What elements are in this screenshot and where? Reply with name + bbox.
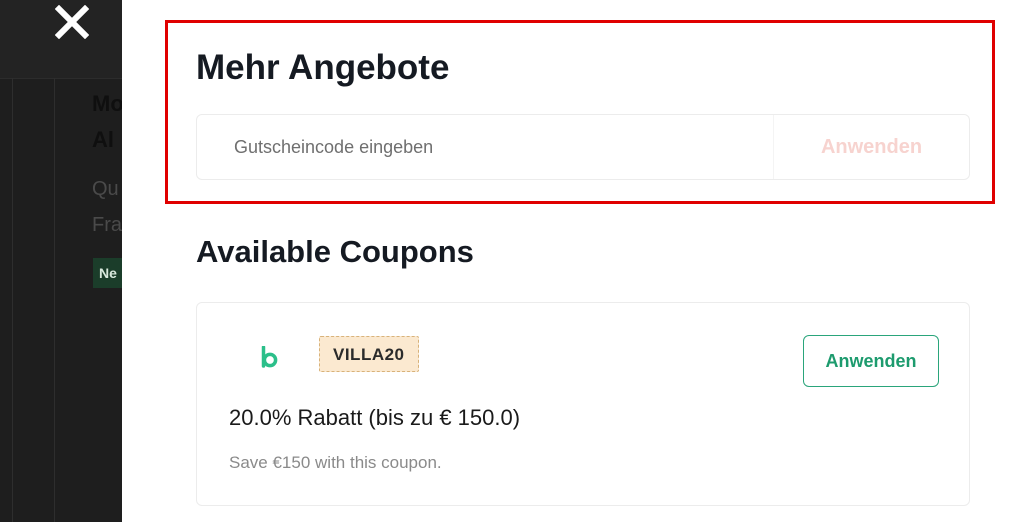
close-button[interactable] bbox=[52, 2, 92, 42]
promo-code-input[interactable] bbox=[197, 114, 773, 180]
coupons-section-title: Available Coupons bbox=[196, 234, 474, 269]
coupon-apply-button[interactable]: Anwenden bbox=[803, 335, 939, 387]
close-icon bbox=[55, 5, 89, 39]
page: Mo Al Qu Fra Ne Mehr Angebote Anwenden A… bbox=[0, 0, 1024, 522]
background-title-line: Mo bbox=[92, 91, 122, 116]
background-divider bbox=[12, 78, 13, 522]
coupon-description: Save €150 with this coupon. bbox=[229, 453, 442, 472]
background-divider bbox=[54, 78, 55, 522]
background-sub-line: Fra bbox=[92, 214, 122, 236]
background-title-line: Al bbox=[92, 127, 114, 152]
background-sub-line: Qu bbox=[92, 178, 119, 200]
promo-code-box: Anwenden bbox=[196, 114, 970, 180]
promo-apply-button[interactable]: Anwenden bbox=[773, 115, 969, 179]
brand-b-logo-icon bbox=[255, 339, 283, 375]
coupon-code-badge: VILLA20 bbox=[319, 336, 419, 372]
background-app: Mo Al Qu Fra Ne bbox=[0, 0, 122, 522]
background-badge: Ne bbox=[93, 258, 122, 288]
promo-section-title: Mehr Angebote bbox=[196, 48, 450, 87]
coupon-title: 20.0% Rabatt (bis zu € 150.0) bbox=[229, 405, 521, 430]
coupon-card: VILLA20 Anwenden 20.0% Rabatt (bis zu € … bbox=[196, 302, 970, 506]
